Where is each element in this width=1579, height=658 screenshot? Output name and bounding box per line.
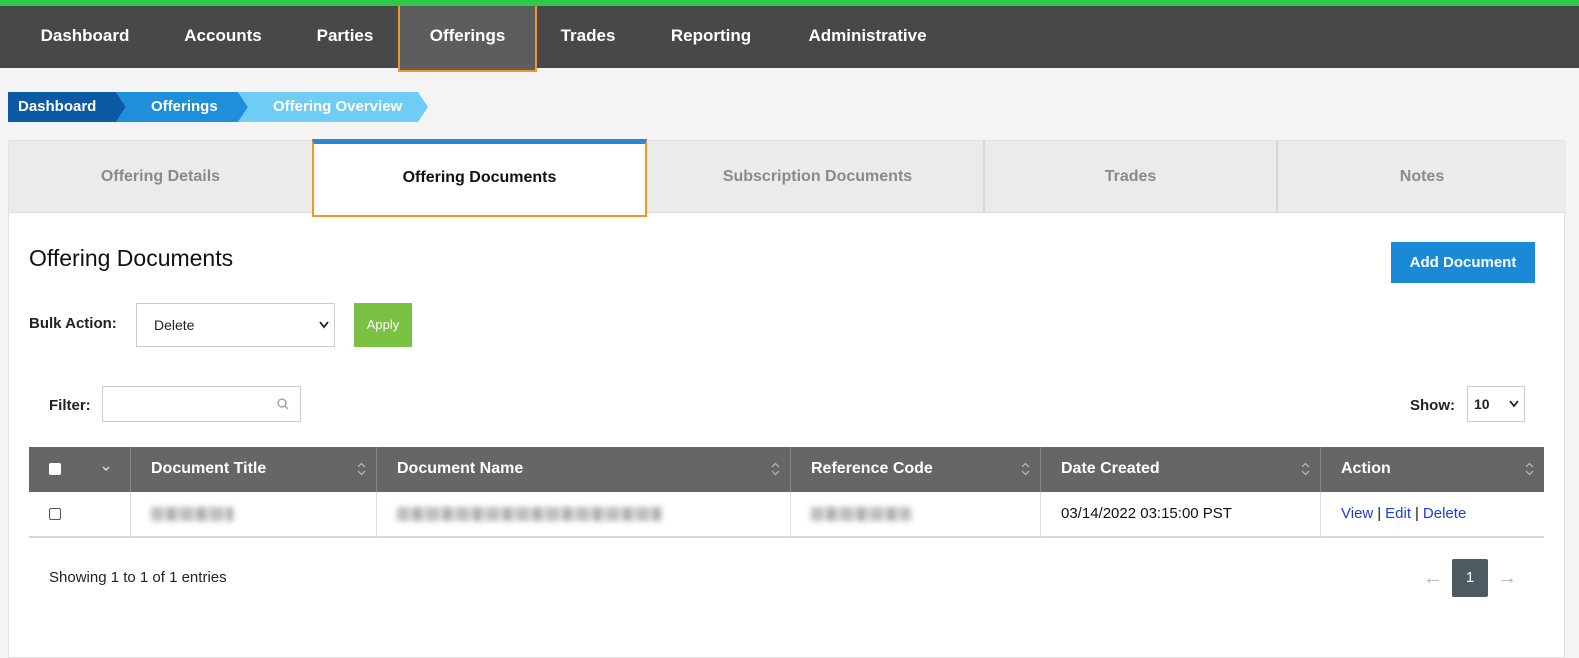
breadcrumb-dashboard[interactable]: Dashboard <box>8 92 126 122</box>
breadcrumb-offering-overview-label: Offering Overview <box>273 98 403 115</box>
add-document-button[interactable]: Add Document <box>1391 242 1535 283</box>
row-checkbox[interactable] <box>49 508 61 521</box>
bulk-action-label: Bulk Action: <box>29 315 117 332</box>
offering-panel: Offering Details Subscription Documents … <box>8 139 1566 658</box>
column-label: Date Created <box>1061 460 1160 477</box>
column-header-reference-code[interactable]: Reference Code <box>791 447 1041 492</box>
date-created-cell: 03/14/2022 03:15:00 PST <box>1041 492 1321 538</box>
documents-table: Document Title Document Name Reference C… <box>29 447 1544 538</box>
sort-icon <box>1021 462 1030 476</box>
bulk-action-select[interactable]: Delete <box>136 303 335 347</box>
nav-item-administrative[interactable]: Administrative <box>790 6 945 68</box>
document-name-cell <box>377 492 791 538</box>
breadcrumb-dashboard-label: Dashboard <box>18 98 97 115</box>
column-header-document-title[interactable]: Document Title <box>131 447 377 492</box>
top-nav: Dashboard Accounts Parties Offerings Tra… <box>0 0 1579 72</box>
redacted-text <box>151 507 233 522</box>
sort-icon <box>1525 462 1534 476</box>
pagination-page-1[interactable]: 1 <box>1452 559 1488 597</box>
nav-item-accounts[interactable]: Accounts <box>160 6 286 68</box>
column-header-document-name[interactable]: Document Name <box>377 447 791 492</box>
sort-icon <box>1301 462 1310 476</box>
sort-icon <box>771 462 780 476</box>
row-select-cell <box>29 492 131 538</box>
page-size-value: 10 <box>1474 396 1490 412</box>
delete-link[interactable]: Delete <box>1423 505 1466 522</box>
column-label: Document Title <box>151 460 267 477</box>
redacted-text <box>397 507 661 522</box>
action-cell: View | Edit | Delete <box>1321 492 1544 538</box>
tab-offering-documents[interactable]: Offering Documents <box>312 139 647 217</box>
reference-code-cell <box>791 492 1041 538</box>
page-title: Offering Documents <box>29 245 234 271</box>
search-icon <box>276 397 290 411</box>
column-header-date-created[interactable]: Date Created <box>1041 447 1321 492</box>
column-label: Document Name <box>397 460 524 477</box>
tab-offering-details[interactable]: Offering Details <box>9 141 314 213</box>
document-title-cell <box>131 492 377 538</box>
column-header-action[interactable]: Action <box>1321 447 1544 492</box>
chevron-down-icon <box>319 304 329 363</box>
table-header: Document Title Document Name Reference C… <box>29 447 1544 492</box>
bulk-action-value: Delete <box>154 317 195 333</box>
table-row: 03/14/2022 03:15:00 PST View | Edit | Delete <box>29 492 1544 538</box>
breadcrumb-offerings-label: Offerings <box>151 98 218 115</box>
column-label: Reference Code <box>811 460 933 477</box>
filter-input[interactable] <box>102 386 301 422</box>
apply-button[interactable]: Apply <box>354 303 412 347</box>
entries-summary: Showing 1 to 1 of 1 entries <box>49 569 227 586</box>
edit-link[interactable]: Edit <box>1385 505 1411 522</box>
separator: | <box>1415 505 1419 522</box>
tab-subscription-documents[interactable]: Subscription Documents <box>652 141 985 213</box>
nav-item-offerings[interactable]: Offerings <box>398 6 537 72</box>
redacted-text <box>811 507 911 522</box>
arrow-left-icon[interactable]: ← <box>1423 567 1443 590</box>
nav-item-dashboard[interactable]: Dashboard <box>20 6 150 68</box>
page-size-select[interactable]: 10 <box>1467 386 1525 422</box>
nav-item-parties[interactable]: Parties <box>290 6 400 68</box>
tab-trades[interactable]: Trades <box>985 141 1278 213</box>
arrow-right-icon[interactable]: → <box>1497 567 1517 590</box>
separator: | <box>1377 505 1382 522</box>
show-label: Show: <box>1410 397 1455 414</box>
select-all-header[interactable] <box>29 447 131 492</box>
nav-item-reporting[interactable]: Reporting <box>652 6 770 68</box>
column-label: Action <box>1341 460 1391 477</box>
filter-label: Filter: <box>49 397 91 414</box>
select-all-checkbox[interactable] <box>49 462 61 475</box>
view-link[interactable]: View <box>1341 505 1373 522</box>
tab-bar: Offering Details Subscription Documents … <box>9 139 1566 217</box>
tab-notes[interactable]: Notes <box>1278 141 1566 213</box>
nav-item-trades[interactable]: Trades <box>538 6 638 68</box>
breadcrumb-offering-overview: Offering Overview <box>238 92 428 122</box>
chevron-down-icon <box>1509 387 1519 434</box>
sort-icon <box>357 462 366 476</box>
breadcrumb-offerings[interactable]: Offerings <box>116 92 248 122</box>
